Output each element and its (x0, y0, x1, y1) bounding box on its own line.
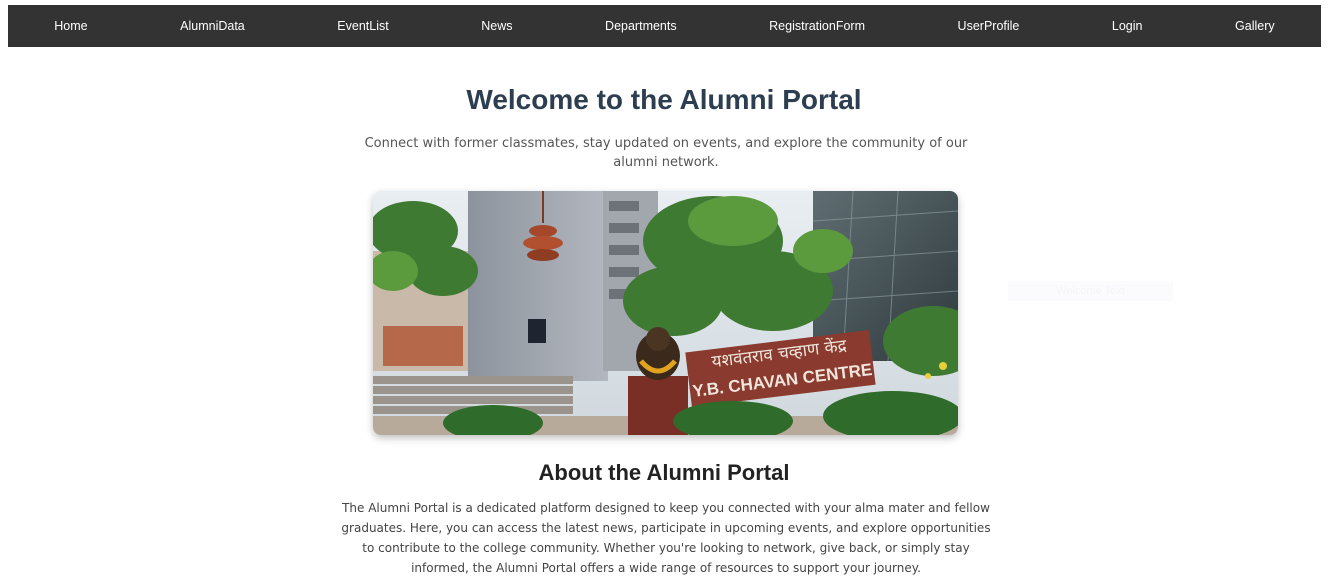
nav-link-event-list[interactable]: EventList (327, 13, 398, 39)
about-section-title: About the Alumni Portal (538, 460, 790, 485)
nav-link-login[interactable]: Login (1102, 13, 1153, 39)
page-title: Welcome to the Alumni Portal (466, 84, 862, 115)
top-navigation-bar: Home AlumniData EventList News Departmen… (8, 5, 1321, 47)
nav-link-registration-form[interactable]: RegistrationForm (759, 13, 875, 39)
hero-campus-image: यशवंतराव चव्हाण केंद्र Y.B. CHAVAN CENTR… (373, 191, 958, 435)
about-section-text: The Alumni Portal is a dedicated platfor… (341, 501, 991, 575)
page-subtitle: Connect with former classmates, stay upd… (364, 136, 968, 170)
nav-link-home[interactable]: Home (44, 13, 97, 39)
nav-link-gallery[interactable]: Gallery (1225, 13, 1285, 39)
nav-link-departments[interactable]: Departments (595, 13, 687, 39)
nav-link-news[interactable]: News (471, 13, 522, 39)
nav-link-alumni-data[interactable]: AlumniData (170, 13, 255, 39)
nav-link-user-profile[interactable]: UserProfile (948, 13, 1030, 39)
faint-welcome-label: Welcome Text (1008, 281, 1173, 301)
